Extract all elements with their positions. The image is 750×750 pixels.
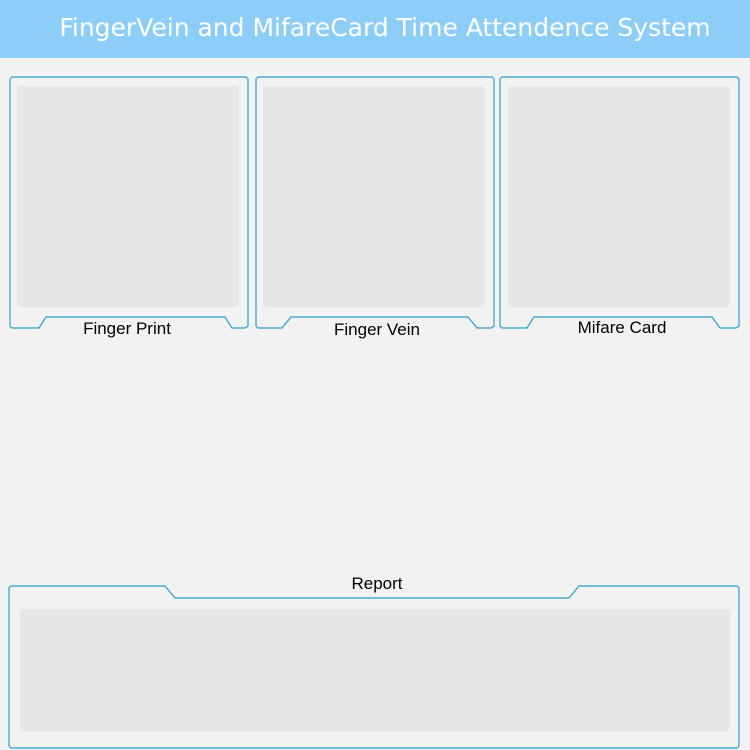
- finger-vein-display: [263, 86, 485, 307]
- app-window: FingerVein and MifareCard Time Attendenc…: [0, 0, 750, 750]
- finger-print-label: Finger Print: [83, 319, 171, 338]
- finger-print-display: [17, 86, 239, 307]
- report-panel: Report: [8, 574, 740, 749]
- title-bar: FingerVein and MifareCard Time Attendenc…: [0, 0, 750, 58]
- mifare-card-panel: Mifare Card: [499, 76, 740, 337]
- finger-vein-label: Finger Vein: [334, 320, 420, 339]
- finger-vein-panel: Finger Vein: [255, 76, 495, 339]
- mifare-card-label: Mifare Card: [577, 318, 667, 337]
- app-title: FingerVein and MifareCard Time Attendenc…: [59, 13, 711, 42]
- finger-print-panel: Finger Print: [9, 76, 249, 338]
- report-label: Report: [351, 574, 403, 593]
- mifare-card-display: [508, 86, 730, 307]
- report-display: [20, 609, 730, 731]
